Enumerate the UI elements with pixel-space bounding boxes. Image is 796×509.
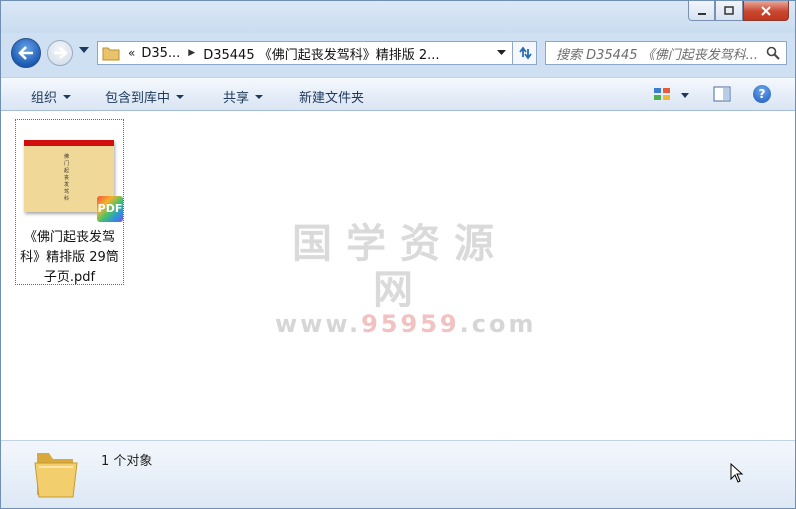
back-button[interactable] bbox=[11, 38, 41, 68]
file-list-area[interactable]: PDF 佛门起丧发驾科 PDF 《佛门起丧发驾 科》精排版 29筒 子页.pdf… bbox=[1, 111, 795, 440]
thumbnail-title-text: 佛门起丧发驾科 bbox=[64, 154, 70, 202]
address-bar[interactable]: « D35... ▶ D35445 《佛门起丧发驾科》精排版 2... bbox=[97, 41, 513, 65]
pdf-app-icon: PDF bbox=[97, 196, 123, 222]
explorer-window: « D35... ▶ D35445 《佛门起丧发驾科》精排版 2... 搜索 D… bbox=[0, 0, 796, 509]
share-label: 共享 bbox=[223, 91, 250, 106]
search-placeholder: 搜索 D35445 《佛门起丧发驾科... bbox=[556, 47, 759, 63]
maximize-button[interactable] bbox=[715, 1, 743, 21]
breadcrumb-item-current[interactable]: D35445 《佛门起丧发驾科》精排版 2... bbox=[203, 44, 439, 63]
file-name-line: 《佛门起丧发驾 bbox=[23, 230, 115, 245]
address-dropdown-icon[interactable] bbox=[497, 50, 506, 56]
minimize-icon bbox=[697, 12, 706, 15]
change-view-icon[interactable] bbox=[653, 86, 671, 102]
watermark: 国学资源网 www.95959.com bbox=[275, 221, 533, 339]
back-arrow-icon bbox=[18, 46, 33, 60]
file-name-line: 子页.pdf bbox=[43, 270, 96, 285]
history-dropdown-icon[interactable] bbox=[79, 47, 89, 53]
navigation-row: « D35... ▶ D35445 《佛门起丧发驾科》精排版 2... 搜索 D… bbox=[1, 35, 795, 71]
chevron-down-icon bbox=[255, 94, 264, 99]
close-icon bbox=[761, 5, 771, 16]
watermark-url-prefix: www. bbox=[275, 310, 362, 338]
minimize-button[interactable] bbox=[688, 1, 715, 21]
search-icon[interactable] bbox=[766, 46, 780, 60]
include-in-library-label: 包含到库中 bbox=[105, 91, 171, 106]
new-folder-label: 新建文件夹 bbox=[299, 91, 365, 106]
file-item-pdf[interactable]: PDF 佛门起丧发驾科 PDF 《佛门起丧发驾 科》精排版 29筒 子页.pdf bbox=[15, 119, 124, 285]
organize-label: 组织 bbox=[31, 91, 58, 106]
details-pane: 1 个对象 bbox=[1, 440, 795, 508]
item-count: 1 个对象 bbox=[101, 454, 153, 469]
mouse-cursor-icon bbox=[730, 463, 744, 483]
search-input[interactable]: 搜索 D35445 《佛门起丧发驾科... bbox=[545, 41, 787, 65]
organize-menu[interactable]: 组织 bbox=[31, 87, 72, 106]
watermark-title: 国学资源网 bbox=[292, 221, 508, 313]
file-name-line: 科》精排版 29筒 bbox=[20, 250, 119, 265]
thumbnail-header-text: PDF bbox=[64, 135, 74, 141]
help-icon[interactable]: ? bbox=[753, 85, 771, 103]
maximize-icon bbox=[724, 5, 734, 15]
forward-button[interactable] bbox=[47, 40, 73, 66]
include-in-library-menu[interactable]: 包含到库中 bbox=[105, 87, 185, 106]
refresh-icon bbox=[518, 46, 532, 60]
file-name: 《佛门起丧发驾 科》精排版 29筒 子页.pdf bbox=[16, 228, 123, 288]
title-bar bbox=[1, 1, 795, 33]
window-controls bbox=[688, 1, 789, 21]
refresh-button[interactable] bbox=[513, 41, 537, 65]
forward-arrow-icon bbox=[54, 47, 67, 59]
large-folder-icon bbox=[34, 453, 78, 498]
share-menu[interactable]: 共享 bbox=[223, 87, 264, 106]
watermark-url-digits: 95959 bbox=[361, 310, 460, 338]
view-options-dropdown-icon[interactable] bbox=[681, 93, 689, 98]
command-bar: 组织 包含到库中 共享 新建文件夹 ? bbox=[1, 77, 795, 111]
preview-pane-icon[interactable] bbox=[713, 86, 731, 102]
watermark-url: www.95959.com bbox=[275, 309, 533, 339]
breadcrumb-overflow[interactable]: « bbox=[128, 46, 135, 60]
breadcrumb-separator-icon[interactable]: ▶ bbox=[188, 48, 195, 58]
watermark-url-suffix: .com bbox=[459, 310, 537, 338]
chevron-down-icon bbox=[176, 94, 185, 99]
breadcrumb-item[interactable]: D35... bbox=[141, 46, 180, 61]
chevron-down-icon bbox=[63, 94, 72, 99]
folder-icon bbox=[102, 47, 120, 61]
close-button[interactable] bbox=[743, 1, 789, 21]
new-folder-button[interactable]: 新建文件夹 bbox=[299, 87, 364, 106]
